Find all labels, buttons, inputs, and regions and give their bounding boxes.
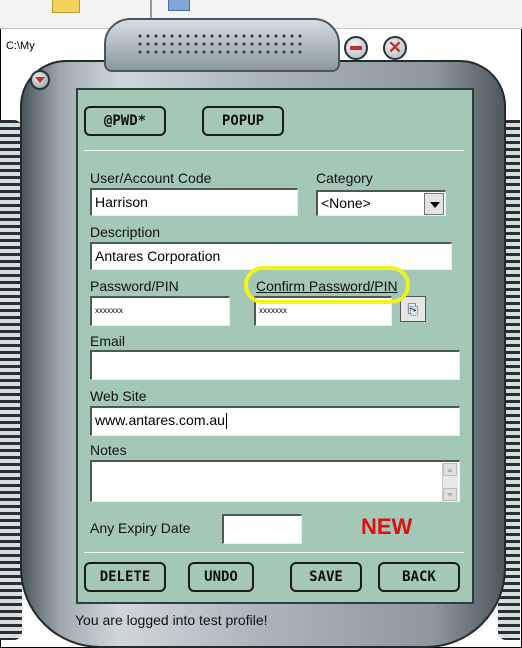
expiry-label: Any Expiry Date [90,520,191,536]
website-label: Web Site [90,388,147,404]
popup-button[interactable]: POPUP [202,106,284,136]
window-icon [168,0,190,11]
notes-scrollbar[interactable] [442,463,458,501]
chevron-down-icon[interactable] [424,193,444,215]
save-button[interactable]: SAVE [290,562,362,592]
scroll-up-icon[interactable] [443,463,457,476]
background-divider [150,0,152,20]
notes-label: Notes [90,442,127,458]
category-select[interactable]: <None> [316,190,446,216]
main-panel: @PWD* POPUP User/Account Code Harrison C… [76,88,474,604]
category-label: Category [316,170,373,186]
pwd-button[interactable]: @PWD* [84,106,166,136]
grip-dots [136,32,306,56]
copy-icon[interactable]: ⎘ [400,296,426,322]
website-field[interactable]: www.antares.com.au [90,406,460,436]
email-label: Email [90,333,126,349]
folder-icon [52,0,80,13]
expiry-field[interactable] [222,514,302,544]
user-account-label: User/Account Code [90,170,212,186]
notes-field[interactable] [90,460,460,502]
user-account-field[interactable]: Harrison [90,188,298,216]
new-badge: NEW [361,514,413,539]
delete-button[interactable]: DELETE [84,562,166,592]
gear-edge-left [0,120,22,640]
actions-separator [84,552,464,553]
undo-button[interactable]: UNDO [188,562,254,592]
category-value: <None> [321,195,371,211]
description-label: Description [90,224,161,240]
minimize-icon[interactable] [344,36,368,60]
background-path-text: C:\My [6,40,35,52]
website-value: www.antares.com.au [95,412,225,428]
drag-handle[interactable] [104,18,340,72]
status-text: You are logged into test profile! [75,612,268,628]
email-field[interactable] [90,350,460,380]
password-label: Password/PIN [90,278,179,294]
text-caret [225,413,227,430]
toolbar-separator [84,150,464,151]
password-field[interactable]: xxxxxxx [90,296,230,326]
back-button[interactable]: BACK [378,562,460,592]
chevron-down-icon[interactable] [30,70,50,90]
annotation-highlight [244,266,410,304]
close-icon[interactable]: ✕ [383,36,407,60]
scroll-down-icon[interactable] [443,488,457,501]
